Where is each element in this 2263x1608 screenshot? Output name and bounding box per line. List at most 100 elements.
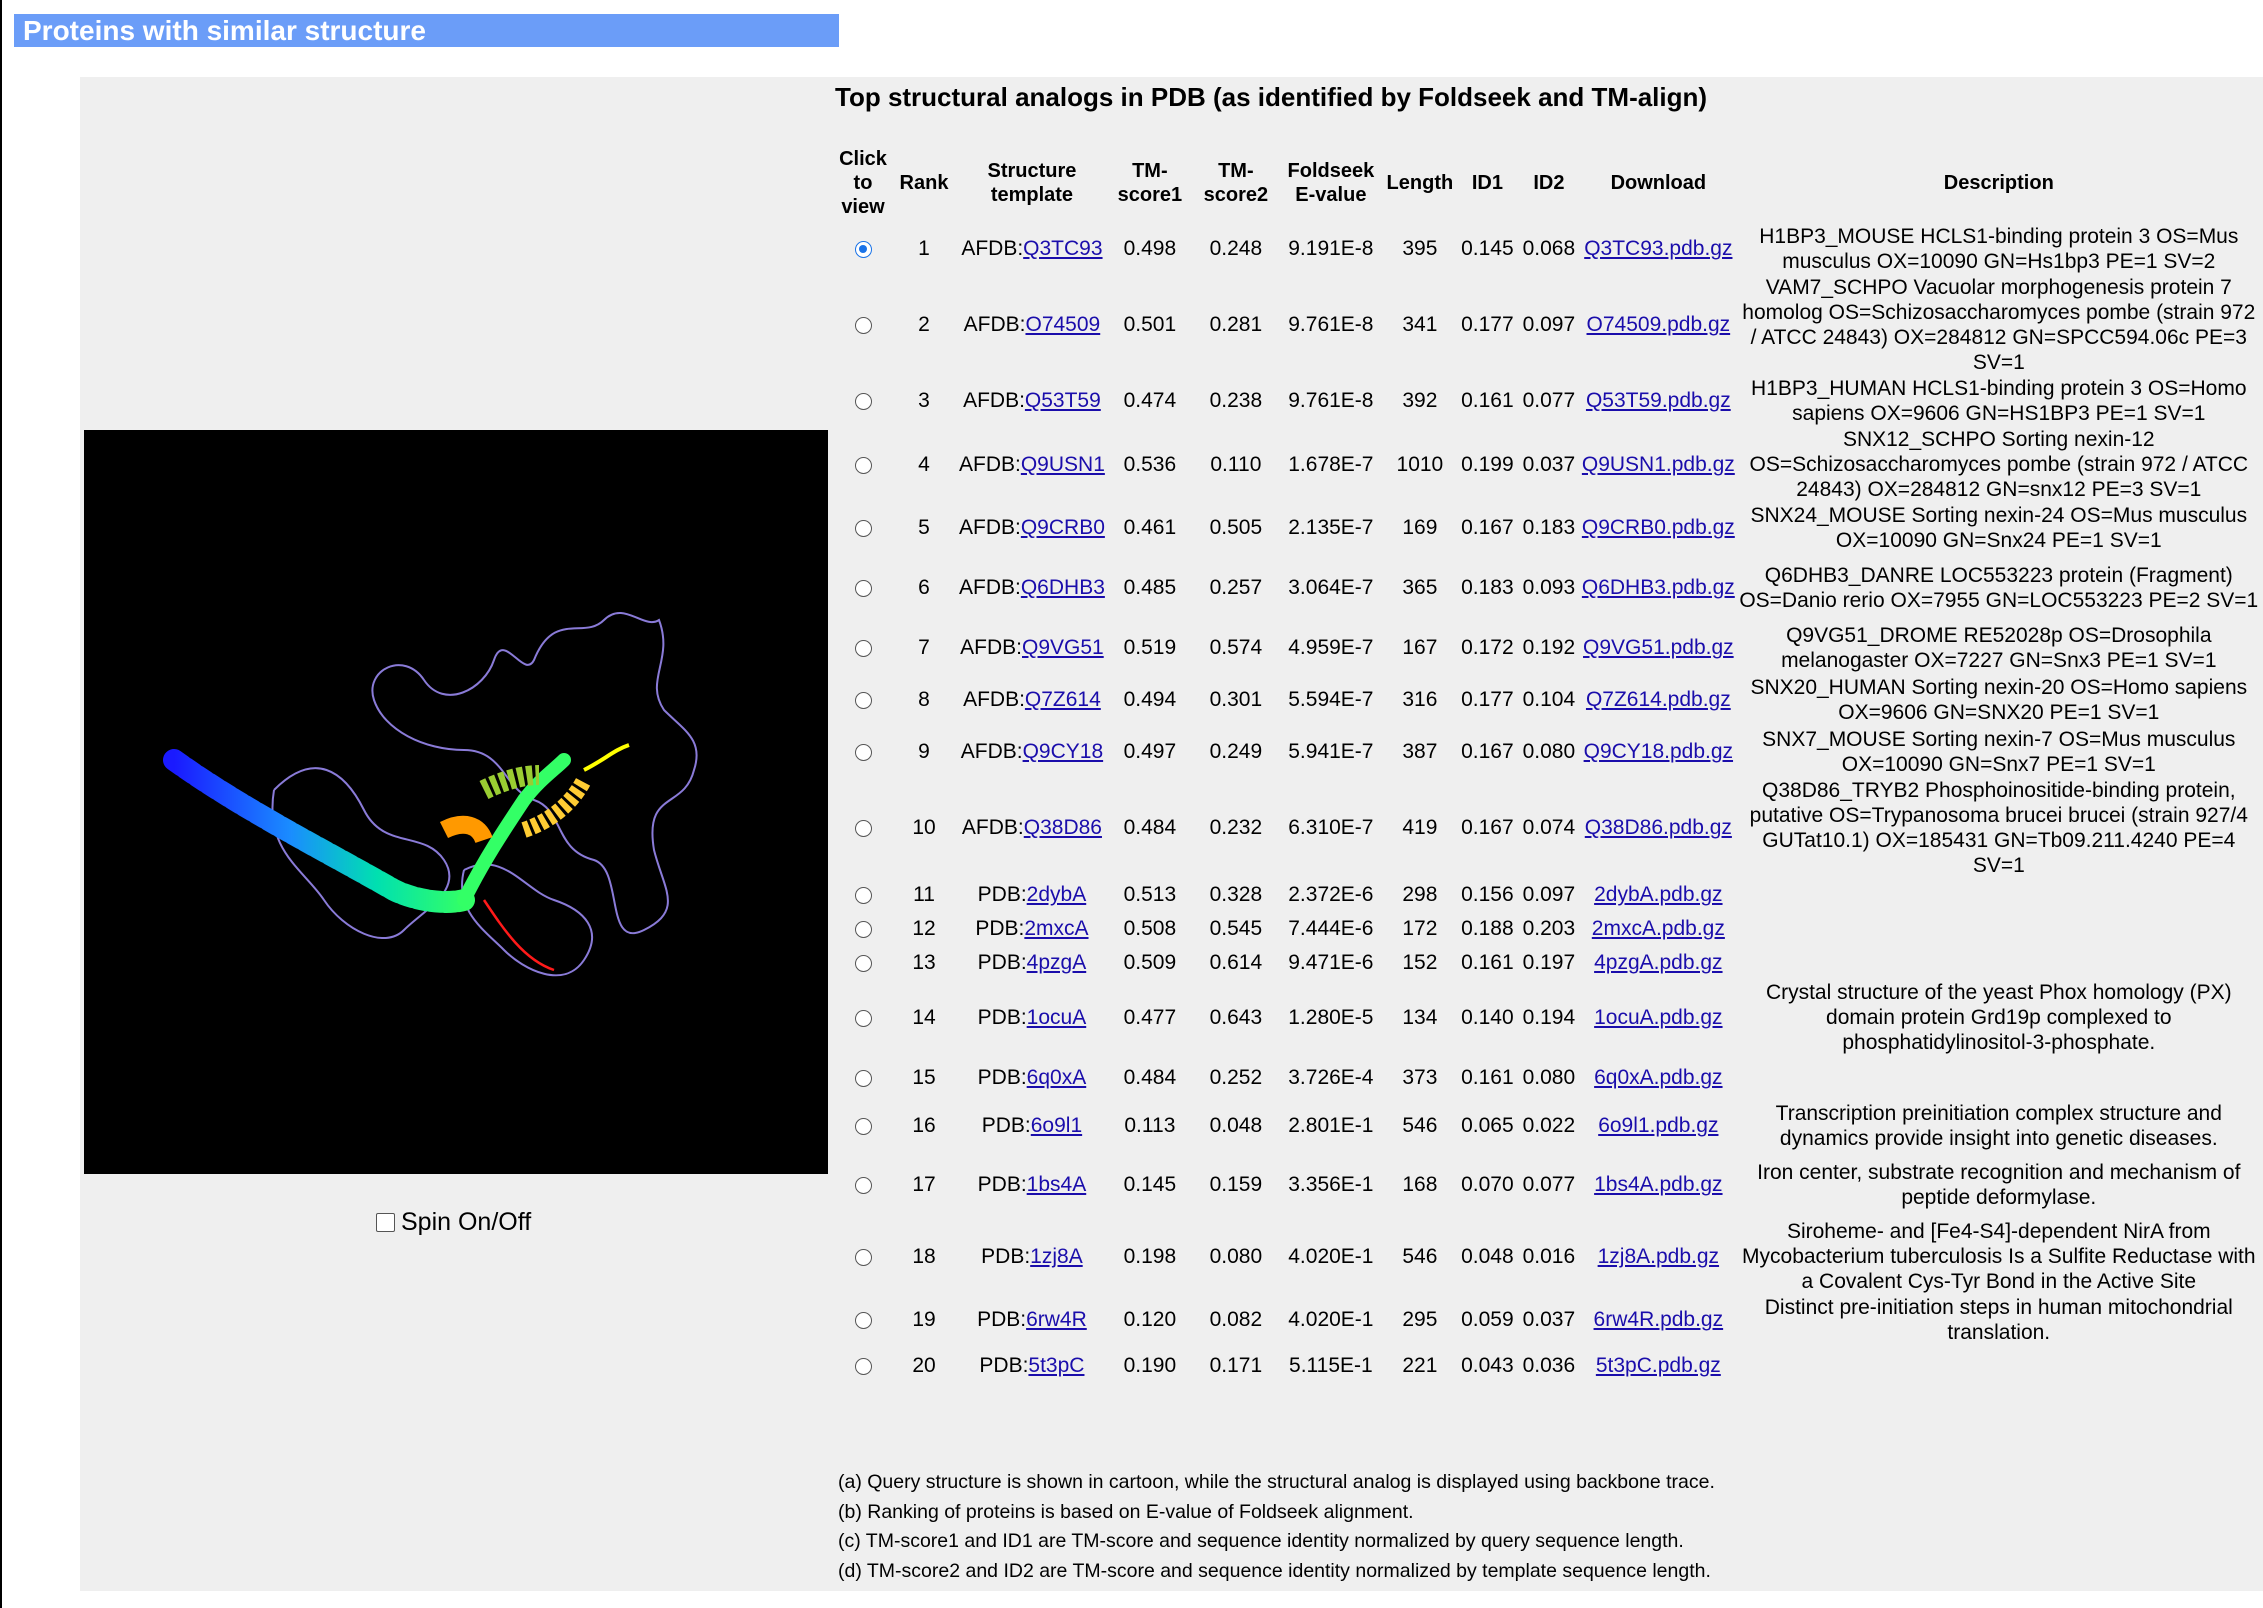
id1-cell: 0.070 — [1461, 1173, 1514, 1196]
view-radio[interactable] — [854, 744, 872, 761]
view-radio[interactable] — [854, 1118, 872, 1135]
template-link[interactable]: O74509 — [1025, 313, 1100, 336]
select-cell[interactable] — [835, 1346, 891, 1385]
view-radio[interactable] — [854, 317, 872, 334]
select-cell[interactable] — [835, 674, 891, 726]
template-link[interactable]: 4pzgA — [1027, 951, 1087, 974]
select-cell[interactable] — [835, 1294, 891, 1346]
select-cell[interactable] — [835, 427, 891, 502]
id2-cell: 0.068 — [1522, 237, 1576, 260]
template-link[interactable]: 1ocuA — [1027, 1006, 1087, 1029]
download-link[interactable]: Q38D86.pdb.gz — [1585, 816, 1732, 839]
download-link[interactable]: 4pzgA.pdb.gz — [1594, 951, 1722, 974]
view-radio[interactable] — [854, 921, 872, 938]
id2-cell: 0.194 — [1522, 1005, 1576, 1029]
select-cell[interactable] — [835, 946, 891, 980]
view-radio[interactable] — [854, 820, 872, 837]
view-radio[interactable] — [854, 640, 872, 657]
spin-toggle[interactable]: Spin On/Off — [376, 1208, 531, 1237]
template-link[interactable]: 1zj8A — [1030, 1245, 1083, 1268]
view-radio[interactable] — [854, 393, 872, 410]
view-radio[interactable] — [854, 520, 872, 537]
template-prefix: AFDB: — [959, 516, 1021, 539]
view-radio[interactable] — [854, 887, 872, 904]
download-link[interactable]: 1zj8A.pdb.gz — [1598, 1245, 1719, 1268]
id1-cell: 0.161 — [1461, 951, 1514, 974]
table-row: 2 AFDB:O74509 0.501 0.281 9.761E-8 341 0.177 0.… — [835, 275, 2261, 375]
select-cell[interactable] — [835, 375, 891, 427]
download-link[interactable]: Q3TC93.pdb.gz — [1584, 237, 1732, 260]
template-prefix: AFDB: — [960, 740, 1023, 763]
template-link[interactable]: Q9CRB0 — [1021, 516, 1105, 539]
select-cell[interactable] — [835, 1101, 891, 1151]
template-link[interactable]: Q7Z614 — [1025, 688, 1101, 711]
template-link[interactable]: 6rw4R — [1026, 1308, 1087, 1331]
template-link[interactable]: 2mxcA — [1024, 917, 1088, 940]
download-link[interactable]: 2mxcA.pdb.gz — [1592, 917, 1725, 940]
view-radio[interactable] — [854, 955, 872, 972]
protein-structure-render — [163, 612, 698, 977]
download-link[interactable]: 2dybA.pdb.gz — [1594, 883, 1722, 906]
select-cell[interactable] — [835, 223, 891, 275]
download-link[interactable]: 5t3pC.pdb.gz — [1596, 1354, 1721, 1377]
view-radio[interactable] — [854, 580, 872, 597]
view-radio[interactable] — [854, 1357, 872, 1375]
template-link[interactable]: 2dybA — [1027, 883, 1087, 906]
download-link[interactable]: Q9CRB0.pdb.gz — [1582, 516, 1735, 539]
view-radio[interactable] — [854, 1070, 872, 1087]
view-radio[interactable] — [854, 1248, 872, 1266]
template-link[interactable]: Q38D86 — [1024, 816, 1102, 839]
download-link[interactable]: 6o9l1.pdb.gz — [1598, 1114, 1718, 1137]
id1-cell: 0.048 — [1461, 1244, 1514, 1268]
select-cell[interactable] — [835, 778, 891, 878]
download-link[interactable]: Q53T59.pdb.gz — [1586, 389, 1731, 412]
template-link[interactable]: 6q0xA — [1027, 1066, 1087, 1089]
template-cell: AFDB:Q38D86 — [957, 778, 1107, 878]
select-cell[interactable] — [835, 554, 891, 622]
download-link[interactable]: 1bs4A.pdb.gz — [1594, 1173, 1722, 1196]
select-cell[interactable] — [835, 275, 891, 375]
length-cell: 298 — [1402, 883, 1438, 906]
view-radio[interactable] — [854, 1177, 872, 1194]
template-link[interactable]: Q6DHB3 — [1021, 576, 1105, 599]
download-link[interactable]: Q9CY18.pdb.gz — [1584, 740, 1733, 763]
template-link[interactable]: Q53T59 — [1025, 389, 1101, 412]
download-link[interactable]: O74509.pdb.gz — [1587, 313, 1731, 336]
template-link[interactable]: Q9CY18 — [1023, 740, 1104, 763]
view-radio[interactable] — [854, 241, 872, 258]
evalue-cell: 1.678E-7 — [1288, 452, 1374, 476]
template-cell: AFDB:Q9CY18 — [957, 726, 1107, 778]
download-link[interactable]: 6rw4R.pdb.gz — [1594, 1308, 1724, 1331]
select-cell[interactable] — [835, 1151, 891, 1219]
id1-cell: 0.172 — [1461, 636, 1514, 659]
spin-checkbox[interactable] — [376, 1213, 395, 1232]
select-cell[interactable] — [835, 878, 891, 912]
select-cell[interactable] — [835, 1219, 891, 1294]
download-link[interactable]: 1ocuA.pdb.gz — [1594, 1006, 1722, 1029]
template-link[interactable]: Q9VG51 — [1022, 636, 1104, 659]
select-cell[interactable] — [835, 912, 891, 946]
select-cell[interactable] — [835, 980, 891, 1055]
view-radio[interactable] — [854, 456, 872, 474]
view-radio[interactable] — [854, 1312, 872, 1329]
view-radio[interactable] — [854, 692, 872, 709]
template-prefix: PDB: — [981, 1114, 1031, 1137]
view-radio[interactable] — [854, 1009, 872, 1027]
download-link[interactable]: 6q0xA.pdb.gz — [1594, 1066, 1722, 1089]
template-link[interactable]: 6o9l1 — [1031, 1114, 1082, 1137]
download-link[interactable]: Q9VG51.pdb.gz — [1583, 636, 1734, 659]
template-link[interactable]: 1bs4A — [1027, 1173, 1087, 1196]
select-cell[interactable] — [835, 726, 891, 778]
tm-score1-cell: 0.477 — [1123, 1005, 1177, 1029]
download-link[interactable]: Q9USN1.pdb.gz — [1582, 453, 1735, 476]
select-cell[interactable] — [835, 502, 891, 554]
select-cell[interactable] — [835, 1055, 891, 1101]
select-cell[interactable] — [835, 622, 891, 674]
template-link[interactable]: Q3TC93 — [1023, 237, 1102, 260]
download-link[interactable]: Q6DHB3.pdb.gz — [1582, 576, 1735, 599]
download-cell: 1zj8A.pdb.gz — [1580, 1219, 1737, 1294]
structure-viewer[interactable] — [84, 430, 828, 1174]
template-link[interactable]: Q9USN1 — [1021, 453, 1105, 476]
download-link[interactable]: Q7Z614.pdb.gz — [1586, 688, 1731, 711]
template-link[interactable]: 5t3pC — [1028, 1354, 1084, 1377]
